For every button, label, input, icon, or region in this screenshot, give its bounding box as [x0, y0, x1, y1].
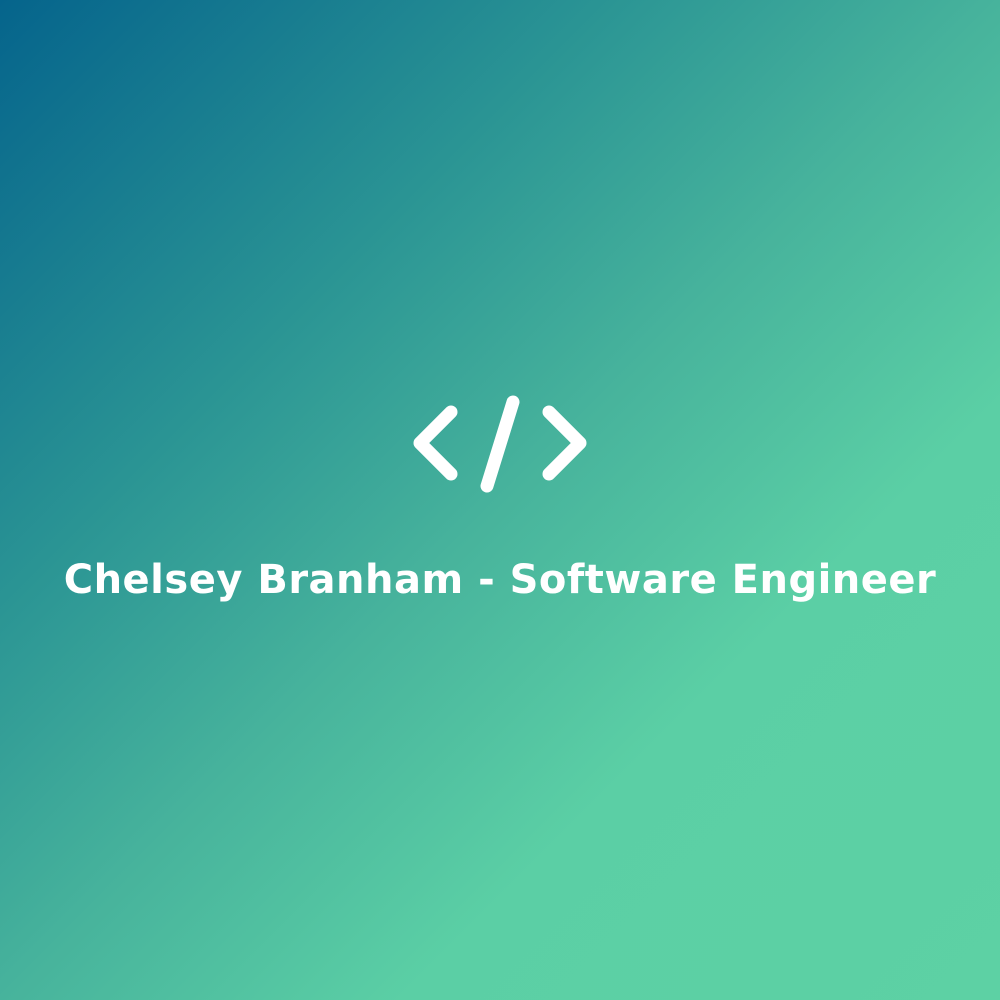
logo-title: Chelsey Branham - Software Engineer [63, 557, 937, 603]
logo-canvas: Chelsey Branham - Software Engineer [0, 0, 1000, 1000]
code-brackets-icon [405, 390, 595, 500]
